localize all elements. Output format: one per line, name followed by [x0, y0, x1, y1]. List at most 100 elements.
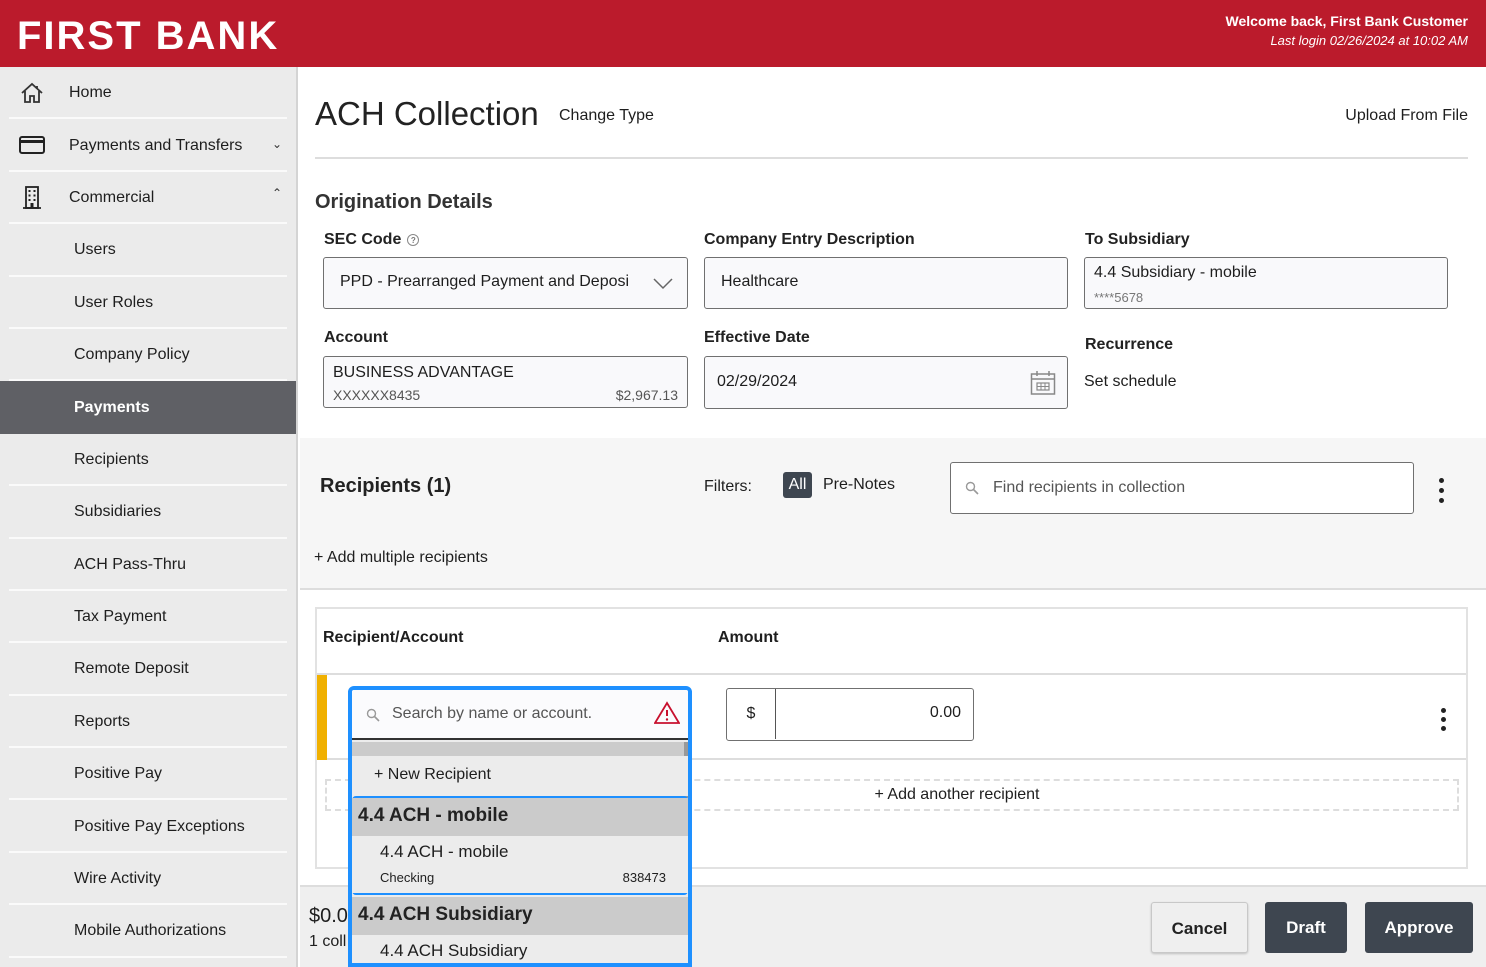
recipients-title: Recipients (1) [320, 475, 452, 497]
recurrence-label: Recurrence [1085, 336, 1174, 353]
sidebar-item-label: Wire Activity [74, 870, 162, 888]
account-select[interactable]: BUSINESS ADVANTAGE XXXXXX8435 $2,967.13 [323, 356, 688, 408]
chevron-down-icon [653, 278, 673, 290]
row-options-icon[interactable] [1439, 708, 1447, 731]
option-account-number: 838473 [622, 870, 666, 885]
page-title: ACH Collection [315, 95, 539, 132]
sidebar-item-company-policy[interactable]: Company Policy [0, 329, 296, 382]
change-type-link[interactable]: Change Type [559, 107, 654, 125]
effective-date-input[interactable]: 02/29/2024 [704, 356, 1068, 409]
recipients-header: Recipients (1) Filters: All Pre-Notes Fi… [300, 438, 1486, 590]
search-icon [965, 481, 979, 495]
account-label: Account [324, 329, 388, 346]
warning-icon [654, 701, 680, 724]
welcome-block: Welcome back, First Bank Customer Last l… [1226, 13, 1468, 48]
sec-code-value: PPD - Prearranged Payment and Deposi [340, 273, 630, 290]
sec-code-label: SEC Code? [324, 231, 420, 249]
sidebar-item-tax-payment[interactable]: Tax Payment [0, 591, 296, 644]
cancel-button[interactable]: Cancel [1151, 902, 1248, 953]
calendar-icon[interactable] [1030, 370, 1056, 396]
dropdown-group-header: 4.4 ACH Subsidiary [352, 897, 688, 935]
to-subsidiary-select[interactable]: 4.4 Subsidiary - mobile ****5678 [1084, 257, 1448, 309]
sidebar-item-user-roles[interactable]: User Roles [0, 277, 296, 330]
building-icon [23, 185, 41, 209]
last-login-text: Last login 02/26/2024 at 10:02 AM [1270, 33, 1468, 48]
sidebar-item-label: Positive Pay [74, 765, 163, 783]
upload-from-file-link[interactable]: Upload From File [1345, 107, 1468, 125]
recipient-search-dropdown: Search by name or account. + New Recipie… [348, 686, 692, 967]
credit-card-icon [19, 136, 45, 155]
sidebar-item-label: Home [69, 84, 112, 102]
sidebar-item-wire-activity[interactable]: Wire Activity [0, 853, 296, 906]
sidebar-item-reports[interactable]: Reports [0, 696, 296, 749]
search-icon [366, 708, 380, 722]
sidebar-item-subsidiaries[interactable]: Subsidiaries [0, 486, 296, 539]
filter-all-button[interactable]: All [783, 472, 812, 498]
sidebar-item-label: Positive Pay Exceptions [74, 817, 245, 835]
column-recipient-account: Recipient/Account [323, 629, 464, 646]
draft-button[interactable]: Draft [1265, 902, 1347, 953]
help-icon[interactable]: ? [407, 233, 420, 246]
sidebar-item-home[interactable]: Home [0, 67, 296, 120]
filters-label: Filters: [704, 478, 752, 495]
sidebar-item-positive-pay-exceptions[interactable]: Positive Pay Exceptions [0, 800, 296, 854]
sidebar-item-label: Users [74, 241, 116, 259]
recipient-option[interactable]: 4.4 ACH Subsidiary [352, 935, 688, 963]
filter-pre-notes-button[interactable]: Pre-Notes [823, 476, 895, 494]
sidebar-item-payments[interactable]: Payments [0, 381, 296, 434]
sidebar-item-label: Tax Payment [74, 608, 167, 626]
account-balance: $2,967.13 [615, 387, 678, 403]
sidebar-item-label: Remote Deposit [74, 660, 189, 678]
sidebar-item-users[interactable]: Users [0, 224, 296, 277]
company-entry-label: Company Entry Description [704, 231, 915, 248]
sidebar-item-remote-deposit[interactable]: Remote Deposit [0, 643, 296, 697]
more-options-icon[interactable] [1437, 478, 1445, 503]
sidebar: Home Payments and Transfers ⌄ Commercial… [0, 67, 298, 967]
sidebar-item-payments-and-transfers[interactable]: Payments and Transfers ⌄ [0, 119, 296, 173]
set-schedule-link[interactable]: Set schedule [1084, 373, 1177, 391]
option-name: 4.4 ACH - mobile [380, 842, 509, 861]
row-warning-indicator [317, 675, 327, 760]
dropdown-group-header: 4.4 ACH - mobile [352, 798, 688, 836]
column-amount: Amount [718, 629, 779, 646]
subsidiary-name: 4.4 Subsidiary - mobile [1094, 264, 1257, 281]
new-recipient-option[interactable]: + New Recipient [352, 756, 688, 796]
currency-symbol: $ [727, 689, 776, 739]
chevron-up-icon[interactable]: ⌃ [272, 186, 282, 200]
brand-logo[interactable]: FIRST BANK [17, 14, 279, 59]
sidebar-item-label: Subsidiaries [74, 503, 162, 521]
add-multiple-recipients-link[interactable]: + Add multiple recipients [314, 549, 488, 567]
option-name: 4.4 ACH Subsidiary [380, 941, 528, 960]
collection-count: 1 coll [309, 933, 347, 950]
sidebar-item-label: Payments [74, 398, 150, 416]
recipient-search-placeholder: Search by name or account. [392, 705, 593, 722]
sidebar-item-label: User Roles [74, 293, 154, 311]
approve-button[interactable]: Approve [1365, 902, 1473, 953]
sec-code-label-text: SEC Code [324, 231, 402, 248]
divider [315, 157, 1468, 159]
find-recipients-input[interactable]: Find recipients in collection [950, 462, 1414, 514]
account-name: BUSINESS ADVANTAGE [333, 364, 514, 381]
find-recipients-placeholder: Find recipients in collection [993, 479, 1186, 496]
effective-date-value: 02/29/2024 [717, 373, 798, 390]
sidebar-item-positive-pay[interactable]: Positive Pay [0, 748, 296, 801]
sidebar-item-label: Reports [74, 712, 131, 730]
sidebar-item-ach-pass-thru[interactable]: ACH Pass-Thru [0, 539, 296, 592]
amount-input[interactable]: $ 0.00 [726, 688, 974, 741]
effective-date-label: Effective Date [704, 329, 810, 346]
total-amount: $0.0 [309, 905, 348, 927]
sidebar-item-recipients[interactable]: Recipients [0, 434, 296, 487]
recipient-option[interactable]: 4.4 ACH - mobile Checking 838473 [352, 836, 688, 893]
company-entry-input[interactable]: Healthcare [704, 257, 1068, 309]
sidebar-item-commercial[interactable]: Commercial ⌃ [0, 172, 296, 225]
sec-code-select[interactable]: PPD - Prearranged Payment and Deposi [323, 257, 688, 309]
option-account-type: Checking [380, 870, 435, 885]
chevron-down-icon[interactable]: ⌄ [272, 137, 282, 151]
recipient-search-input[interactable]: Search by name or account. [352, 690, 688, 740]
add-another-recipient-label: + Add another recipient [874, 786, 1040, 803]
dropdown-scroll-area [352, 742, 688, 756]
home-icon [21, 82, 43, 103]
sidebar-item-mobile-authorizations[interactable]: Mobile Authorizations [0, 905, 296, 959]
company-entry-value: Healthcare [721, 273, 799, 290]
sidebar-item-label: Recipients [74, 450, 149, 468]
